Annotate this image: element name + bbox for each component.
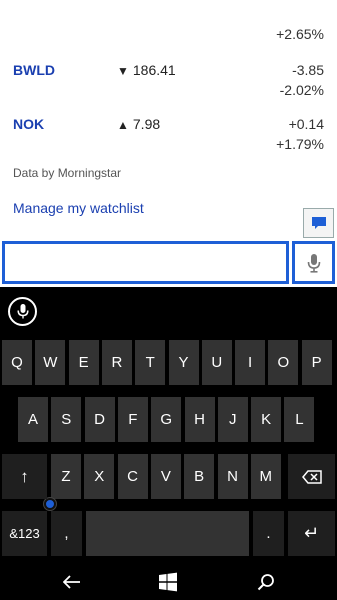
key-f[interactable]: F: [117, 397, 148, 442]
microphone-icon: [307, 253, 320, 273]
key-u[interactable]: U: [201, 340, 232, 385]
enter-key[interactable]: ↵: [288, 511, 335, 556]
back-button[interactable]: [52, 568, 92, 596]
key-l[interactable]: L: [284, 397, 315, 442]
search-button[interactable]: [246, 568, 286, 596]
shift-key[interactable]: ↑: [2, 454, 47, 499]
key-d[interactable]: D: [84, 397, 115, 442]
navigation-bar: [0, 564, 337, 600]
backspace-icon: [301, 469, 322, 484]
previous-stock-percent: +2.65%: [276, 26, 324, 42]
data-credit: Data by Morningstar: [13, 166, 122, 180]
key-x[interactable]: X: [84, 454, 115, 499]
message-input[interactable]: [2, 241, 289, 284]
microphone-icon: [16, 304, 29, 319]
key-h[interactable]: H: [184, 397, 215, 442]
up-arrow-icon: ▲: [117, 118, 129, 132]
key-c[interactable]: C: [117, 454, 148, 499]
stock-row-bwld[interactable]: BWLD ▼ 186.41 -3.85 -2.02%: [0, 60, 337, 104]
stock-price-value: 7.98: [132, 116, 161, 132]
start-button[interactable]: [148, 568, 188, 596]
input-bar: [0, 240, 337, 287]
key-w[interactable]: W: [35, 340, 66, 385]
keyboard-voice-button[interactable]: [8, 297, 37, 326]
key-t[interactable]: T: [135, 340, 166, 385]
period-key[interactable]: .: [253, 511, 284, 556]
key-p[interactable]: P: [301, 340, 332, 385]
key-j[interactable]: J: [217, 397, 248, 442]
stock-change: -3.85 -2.02%: [280, 60, 324, 100]
backspace-key[interactable]: [288, 454, 335, 499]
key-g[interactable]: G: [151, 397, 182, 442]
key-s[interactable]: S: [51, 397, 82, 442]
stock-change-value: +0.14: [288, 116, 324, 132]
stock-symbol[interactable]: NOK: [13, 116, 44, 132]
key-v[interactable]: V: [150, 454, 181, 499]
numbers-symbols-key[interactable]: &123: [2, 511, 47, 556]
key-o[interactable]: O: [268, 340, 299, 385]
stock-row-nok[interactable]: NOK ▲ 7.98 +0.14 +1.79%: [0, 114, 337, 158]
key-a[interactable]: A: [18, 397, 48, 442]
stock-change: +0.14 +1.79%: [276, 114, 324, 154]
stock-price-value: 186.41: [132, 62, 176, 78]
comma-key[interactable]: ,: [51, 511, 82, 556]
stock-price: ▲ 7.98: [117, 116, 160, 132]
watchlist-panel: +2.65% BWLD ▼ 186.41 -3.85 -2.02% NOK ▲ 7.…: [0, 0, 337, 240]
stock-symbol[interactable]: BWLD: [13, 62, 55, 78]
key-i[interactable]: I: [235, 340, 266, 385]
screen: +2.65% BWLD ▼ 186.41 -3.85 -2.02% NOK ▲ 7.…: [0, 0, 337, 600]
search-icon: [257, 574, 274, 591]
down-arrow-icon: ▼: [117, 64, 129, 78]
chat-bubble-icon: [311, 217, 326, 229]
key-e[interactable]: E: [68, 340, 99, 385]
key-m[interactable]: M: [250, 454, 281, 499]
stock-change-value: -3.85: [292, 62, 324, 78]
on-screen-keyboard: QWERTYUIOP ASDFGHJKL ZXCVBNM &123 , . ↵ …: [0, 287, 337, 564]
key-y[interactable]: Y: [168, 340, 199, 385]
stock-price: ▼ 186.41: [117, 62, 176, 78]
text-cursor-handle[interactable]: [44, 498, 56, 510]
back-arrow-icon: [63, 575, 80, 589]
manage-watchlist-link[interactable]: Manage my watchlist: [13, 200, 144, 216]
stock-change-percent: +1.79%: [276, 136, 324, 152]
key-b[interactable]: B: [184, 454, 215, 499]
key-q[interactable]: Q: [2, 340, 32, 385]
windows-logo-icon: [159, 572, 177, 592]
stock-change-percent: -2.02%: [279, 82, 324, 98]
chat-button[interactable]: [303, 208, 334, 238]
voice-input-button[interactable]: [292, 241, 335, 284]
key-k[interactable]: K: [251, 397, 282, 442]
space-key[interactable]: [86, 511, 249, 556]
key-z[interactable]: Z: [51, 454, 81, 499]
key-r[interactable]: R: [101, 340, 132, 385]
key-n[interactable]: N: [217, 454, 248, 499]
